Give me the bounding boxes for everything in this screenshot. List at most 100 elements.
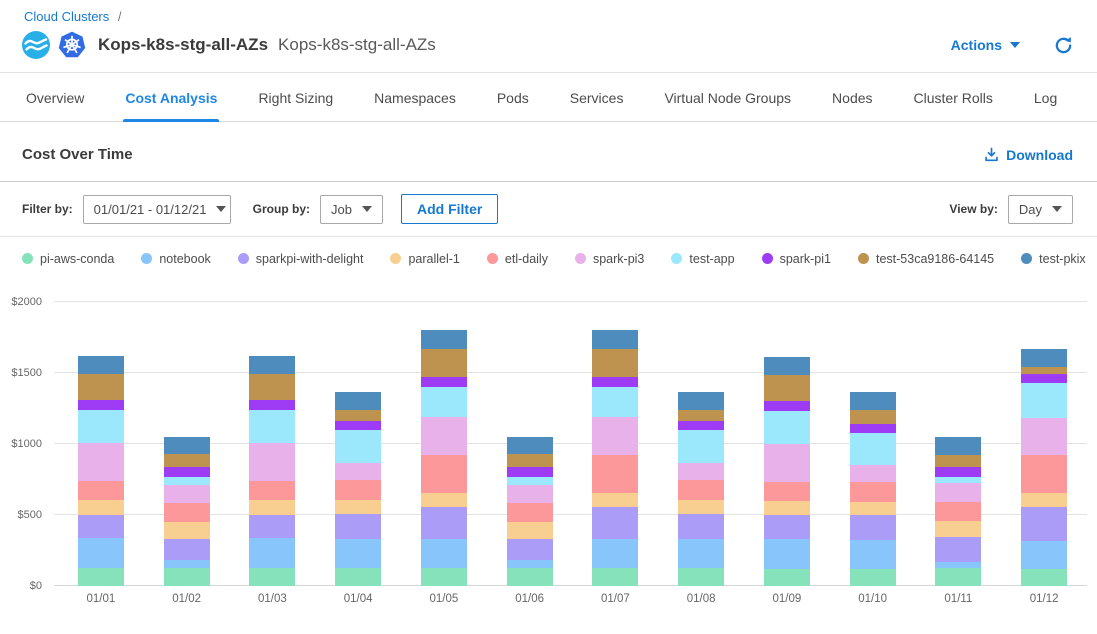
bar-segment-test-app[interactable] [592,387,638,418]
bar-segment-pi-aws-conda[interactable] [1021,569,1067,586]
legend-item-etl-daily[interactable]: etl-daily [487,252,548,266]
bar-segment-pi-aws-conda[interactable] [164,568,210,586]
bar-segment-spark-pi3[interactable] [764,444,810,482]
bar-segment-sparkpi-with-delight[interactable] [335,514,381,539]
bar-segment-spark-pi1[interactable] [850,424,896,433]
bar-segment-spark-pi3[interactable] [850,465,896,483]
bar-segment-test-53ca9186-64145[interactable] [421,349,467,377]
download-button[interactable]: Download [984,147,1073,163]
bar-segment-etl-daily[interactable] [78,481,124,500]
tab-nodes[interactable]: Nodes [830,90,874,121]
tab-overview[interactable]: Overview [24,90,86,121]
bar-segment-pi-aws-conda[interactable] [935,568,981,586]
bar-segment-etl-daily[interactable] [164,503,210,522]
bar-segment-spark-pi3[interactable] [1021,418,1067,456]
bar-segment-sparkpi-with-delight[interactable] [592,507,638,539]
bar-segment-pi-aws-conda[interactable] [507,568,553,586]
bar-segment-spark-pi3[interactable] [335,463,381,480]
bar-segment-spark-pi3[interactable] [249,443,295,481]
add-filter-button[interactable]: Add Filter [401,194,498,224]
bar-segment-test-app[interactable] [678,430,724,463]
bar-segment-test-app[interactable] [164,477,210,486]
bar-segment-spark-pi1[interactable] [507,467,553,477]
legend-item-spark-pi1[interactable]: spark-pi1 [762,252,831,266]
bar-segment-spark-pi1[interactable] [164,467,210,477]
bar-segment-test-pkix[interactable] [935,437,981,455]
bar-segment-spark-pi3[interactable] [421,417,467,455]
tab-cost-analysis[interactable]: Cost Analysis [123,90,219,121]
bar-segment-parallel-1[interactable] [507,522,553,539]
bar-stack-01/07[interactable] [592,330,638,586]
bar-stack-01/11[interactable] [935,437,981,586]
bar-segment-parallel-1[interactable] [335,500,381,514]
bar-segment-test-53ca9186-64145[interactable] [335,410,381,421]
legend-item-test-pkix[interactable]: test-pkix [1021,252,1086,266]
bar-segment-sparkpi-with-delight[interactable] [764,515,810,539]
bar-segment-notebook[interactable] [764,539,810,569]
bar-stack-01/12[interactable] [1021,349,1067,586]
tab-virtual-node-groups[interactable]: Virtual Node Groups [662,90,793,121]
bar-stack-01/06[interactable] [507,437,553,586]
bar-segment-test-53ca9186-64145[interactable] [164,454,210,467]
bar-segment-test-app[interactable] [335,430,381,463]
bar-segment-etl-daily[interactable] [764,482,810,500]
bar-stack-01/10[interactable] [850,392,896,586]
bar-segment-test-pkix[interactable] [678,392,724,410]
bar-segment-sparkpi-with-delight[interactable] [164,539,210,560]
tab-pods[interactable]: Pods [495,90,531,121]
bar-segment-test-pkix[interactable] [249,356,295,374]
bar-segment-test-app[interactable] [421,387,467,418]
bar-segment-spark-pi1[interactable] [764,401,810,411]
bar-segment-test-53ca9186-64145[interactable] [935,455,981,467]
bar-segment-test-app[interactable] [1021,383,1067,418]
bar-segment-test-pkix[interactable] [335,392,381,410]
bar-segment-test-pkix[interactable] [164,437,210,454]
bar-segment-notebook[interactable] [850,540,896,569]
bar-segment-pi-aws-conda[interactable] [421,568,467,586]
bar-segment-test-pkix[interactable] [78,356,124,374]
bar-segment-parallel-1[interactable] [1021,493,1067,506]
bar-segment-etl-daily[interactable] [335,480,381,500]
bar-segment-parallel-1[interactable] [249,500,295,515]
bar-segment-notebook[interactable] [164,560,210,568]
tab-cluster-rolls[interactable]: Cluster Rolls [912,90,995,121]
bar-segment-test-pkix[interactable] [850,392,896,410]
bar-segment-pi-aws-conda[interactable] [592,568,638,586]
bar-stack-01/03[interactable] [249,356,295,586]
bar-segment-sparkpi-with-delight[interactable] [678,514,724,539]
bar-segment-test-53ca9186-64145[interactable] [592,349,638,377]
bar-segment-etl-daily[interactable] [421,455,467,493]
bar-segment-etl-daily[interactable] [1021,455,1067,493]
legend-item-spark-pi3[interactable]: spark-pi3 [575,252,644,266]
bar-segment-spark-pi3[interactable] [935,483,981,501]
bar-segment-sparkpi-with-delight[interactable] [421,507,467,539]
bar-segment-sparkpi-with-delight[interactable] [507,539,553,560]
bar-segment-test-app[interactable] [507,477,553,486]
bar-segment-test-53ca9186-64145[interactable] [764,375,810,402]
legend-item-parallel-1[interactable]: parallel-1 [390,252,459,266]
bar-segment-test-53ca9186-64145[interactable] [78,374,124,400]
legend-item-sparkpi-with-delight[interactable]: sparkpi-with-delight [238,252,364,266]
bar-segment-pi-aws-conda[interactable] [678,568,724,586]
bar-segment-parallel-1[interactable] [764,501,810,515]
tab-services[interactable]: Services [568,90,626,121]
bar-stack-01/01[interactable] [78,356,124,586]
legend-item-notebook[interactable]: notebook [141,252,210,266]
bar-segment-sparkpi-with-delight[interactable] [1021,507,1067,542]
bar-segment-notebook[interactable] [592,539,638,568]
tab-right-sizing[interactable]: Right Sizing [256,90,335,121]
bar-segment-spark-pi3[interactable] [592,417,638,455]
bar-segment-test-pkix[interactable] [507,437,553,454]
bar-segment-parallel-1[interactable] [850,502,896,515]
bar-stack-01/08[interactable] [678,392,724,586]
bar-segment-notebook[interactable] [678,539,724,568]
bar-segment-spark-pi1[interactable] [1021,374,1067,383]
legend-item-test-app[interactable]: test-app [671,252,734,266]
bar-stack-01/02[interactable] [164,437,210,586]
bar-segment-pi-aws-conda[interactable] [850,569,896,586]
bar-segment-etl-daily[interactable] [678,480,724,500]
bar-segment-test-53ca9186-64145[interactable] [249,374,295,400]
bar-segment-notebook[interactable] [78,538,124,567]
bar-segment-etl-daily[interactable] [935,502,981,522]
bar-segment-etl-daily[interactable] [507,503,553,522]
